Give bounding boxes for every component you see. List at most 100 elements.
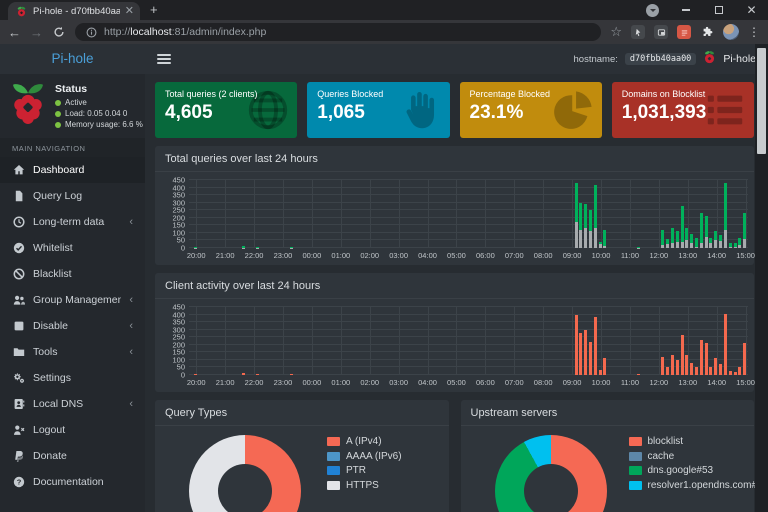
- bar-client[interactable]: [690, 363, 693, 375]
- bar-permitted[interactable]: [676, 231, 679, 242]
- client-activity-chart[interactable]: 050100150200250300350400450: [189, 307, 748, 375]
- bar-client[interactable]: [671, 355, 674, 375]
- sidebar-item-documentation[interactable]: ?Documentation: [0, 469, 145, 495]
- browser-update-icon[interactable]: [636, 0, 669, 20]
- page-scrollbar[interactable]: [755, 44, 768, 512]
- bar-permitted[interactable]: [594, 185, 597, 229]
- bar-client[interactable]: [589, 342, 592, 375]
- sidebar-item-blacklist[interactable]: Blacklist: [0, 261, 145, 287]
- site-info-icon[interactable]: [84, 25, 98, 39]
- legend-item-dns-google-53[interactable]: dns.google#53: [629, 465, 768, 476]
- browser-menu-icon[interactable]: ⋮: [748, 26, 760, 38]
- bar-client[interactable]: [681, 335, 684, 375]
- hamburger-menu-icon[interactable]: [157, 54, 171, 64]
- sidebar-item-whitelist[interactable]: Whitelist: [0, 235, 145, 261]
- bar-blocked[interactable]: [685, 240, 688, 248]
- bar-blocked[interactable]: [579, 230, 582, 248]
- bar-blocked[interactable]: [594, 228, 597, 248]
- bar-client[interactable]: [700, 340, 703, 375]
- bar-permitted[interactable]: [671, 228, 674, 243]
- sidebar-item-local-dns[interactable]: Local DNS‹: [0, 391, 145, 417]
- sidebar-item-settings[interactable]: Settings: [0, 365, 145, 391]
- bar-permitted[interactable]: [685, 228, 688, 239]
- bar-permitted[interactable]: [695, 238, 698, 246]
- bar-client[interactable]: [709, 367, 712, 375]
- url-bar[interactable]: http://localhost:81/admin/index.php: [75, 23, 601, 41]
- window-maximize-button[interactable]: [702, 0, 735, 20]
- bar-permitted[interactable]: [724, 183, 727, 230]
- bar-blocked[interactable]: [724, 230, 727, 248]
- bar-blocked[interactable]: [584, 228, 587, 248]
- bar-client[interactable]: [666, 367, 669, 375]
- legend-item-aaaa-ipv6[interactable]: AAAA (IPv6): [327, 451, 402, 462]
- sidebar-item-disable[interactable]: Disable‹: [0, 313, 145, 339]
- bar-permitted[interactable]: [661, 230, 664, 245]
- bar-client[interactable]: [714, 358, 717, 375]
- window-minimize-button[interactable]: [669, 0, 702, 20]
- profile-avatar[interactable]: [723, 24, 739, 40]
- forward-button[interactable]: →: [30, 26, 43, 39]
- bar-permitted[interactable]: [719, 235, 722, 241]
- donut-chart-query-types[interactable]: [189, 435, 301, 512]
- bar-permitted[interactable]: [709, 238, 712, 243]
- bar-permitted[interactable]: [584, 204, 587, 228]
- bar-permitted[interactable]: [690, 234, 693, 244]
- sidebar-item-dashboard[interactable]: Dashboard: [0, 157, 145, 183]
- bar-client[interactable]: [661, 357, 664, 375]
- bar-client[interactable]: [594, 317, 597, 375]
- bar-client[interactable]: [685, 355, 688, 375]
- bar-permitted[interactable]: [729, 243, 732, 246]
- bar-permitted[interactable]: [599, 242, 602, 244]
- scrollbar-thumb[interactable]: [757, 48, 766, 154]
- bar-client[interactable]: [584, 330, 587, 375]
- legend-item-resolver1-opendns-com-53[interactable]: resolver1.opendns.com#53: [629, 480, 768, 491]
- bar-client[interactable]: [676, 360, 679, 375]
- bookmark-star-icon[interactable]: ☆: [610, 24, 622, 40]
- bar-blocked[interactable]: [743, 239, 746, 248]
- extension-icon[interactable]: [654, 25, 668, 39]
- total-queries-chart[interactable]: 050100150200250300350400450: [189, 180, 748, 248]
- bar-client[interactable]: [705, 343, 708, 375]
- bar-client[interactable]: [724, 314, 727, 375]
- bar-permitted[interactable]: [603, 230, 606, 246]
- sidebar-item-tools[interactable]: Tools‹: [0, 339, 145, 365]
- bar-permitted[interactable]: [666, 239, 669, 244]
- donut-chart-upstream-servers[interactable]: [495, 435, 607, 512]
- bar-permitted[interactable]: [579, 203, 582, 230]
- new-tab-button[interactable]: +: [150, 3, 158, 17]
- tab-close-icon[interactable]: ✕: [125, 6, 134, 17]
- sidebar-item-long-term-data[interactable]: Long-term data‹: [0, 209, 145, 235]
- bar-permitted[interactable]: [575, 183, 578, 222]
- sidebar-item-donate[interactable]: Donate: [0, 443, 145, 469]
- bar-blocked[interactable]: [575, 222, 578, 248]
- bar-permitted[interactable]: [738, 238, 741, 245]
- extension-icon[interactable]: [677, 25, 691, 39]
- legend-item-https[interactable]: HTTPS: [327, 480, 402, 491]
- bar-permitted[interactable]: [734, 243, 737, 246]
- sidebar-item-query-log[interactable]: Query Log: [0, 183, 145, 209]
- bar-permitted[interactable]: [681, 206, 684, 242]
- bar-client[interactable]: [738, 367, 741, 375]
- bar-blocked[interactable]: [589, 231, 592, 248]
- legend-item-ptr[interactable]: PTR: [327, 465, 402, 476]
- legend-item-blocklist[interactable]: blocklist: [629, 436, 768, 447]
- bar-permitted[interactable]: [714, 231, 717, 241]
- bar-client[interactable]: [579, 333, 582, 375]
- header-brand[interactable]: Pi-hole: [723, 53, 756, 65]
- legend-item-cache[interactable]: cache: [629, 451, 768, 462]
- sidebar-item-group-management[interactable]: Group Management‹: [0, 287, 145, 313]
- bar-client[interactable]: [695, 367, 698, 375]
- bar-client[interactable]: [719, 364, 722, 375]
- window-close-button[interactable]: ✕: [735, 0, 768, 20]
- bar-blocked[interactable]: [714, 240, 717, 248]
- bar-client[interactable]: [603, 358, 606, 375]
- legend-item-a-ipv4[interactable]: A (IPv4): [327, 436, 402, 447]
- extension-icon[interactable]: [631, 25, 645, 39]
- bar-permitted[interactable]: [743, 213, 746, 239]
- bar-permitted[interactable]: [589, 210, 592, 231]
- bar-blocked[interactable]: [719, 241, 722, 248]
- bar-client[interactable]: [743, 343, 746, 375]
- sidebar-item-logout[interactable]: Logout: [0, 417, 145, 443]
- browser-tab[interactable]: Pi-hole - d70fbb40aa00 ✕: [8, 2, 140, 20]
- extensions-puzzle-icon[interactable]: [700, 25, 714, 39]
